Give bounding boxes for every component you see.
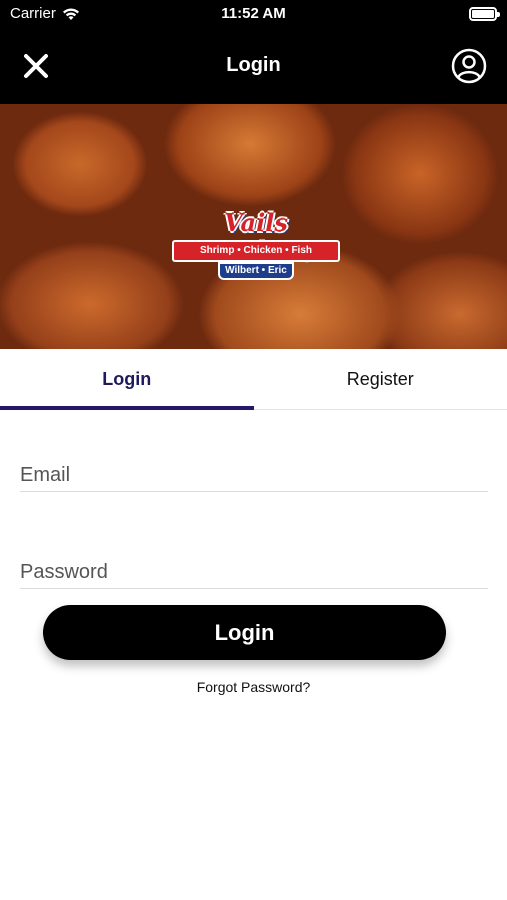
email-field-container — [20, 464, 488, 492]
brand-logo: Vails Brothers Shrimp • Chicken • Fish W… — [168, 208, 344, 288]
email-field[interactable] — [20, 464, 488, 491]
tab-register[interactable]: Register — [254, 349, 507, 409]
auth-tabs: Login Register — [0, 349, 507, 410]
login-button[interactable]: Login — [43, 605, 446, 660]
password-field[interactable] — [20, 561, 488, 588]
battery-icon — [469, 7, 500, 21]
tab-login[interactable]: Login — [0, 349, 254, 410]
forgot-password-link[interactable]: Forgot Password? — [0, 679, 507, 695]
page-title: Login — [226, 54, 281, 76]
logo-tagline: Shrimp • Chicken • Fish — [172, 240, 340, 262]
clock: 11:52 AM — [221, 5, 286, 22]
hero-banner: Vails Brothers Shrimp • Chicken • Fish W… — [0, 104, 507, 349]
logo-owners: Wilbert • Eric — [218, 262, 294, 280]
nav-bar: Login — [0, 28, 507, 104]
user-circle-icon — [451, 48, 487, 84]
password-field-container — [20, 561, 488, 589]
status-bar: Carrier 11:52 AM — [0, 0, 507, 28]
profile-button[interactable] — [449, 46, 489, 86]
